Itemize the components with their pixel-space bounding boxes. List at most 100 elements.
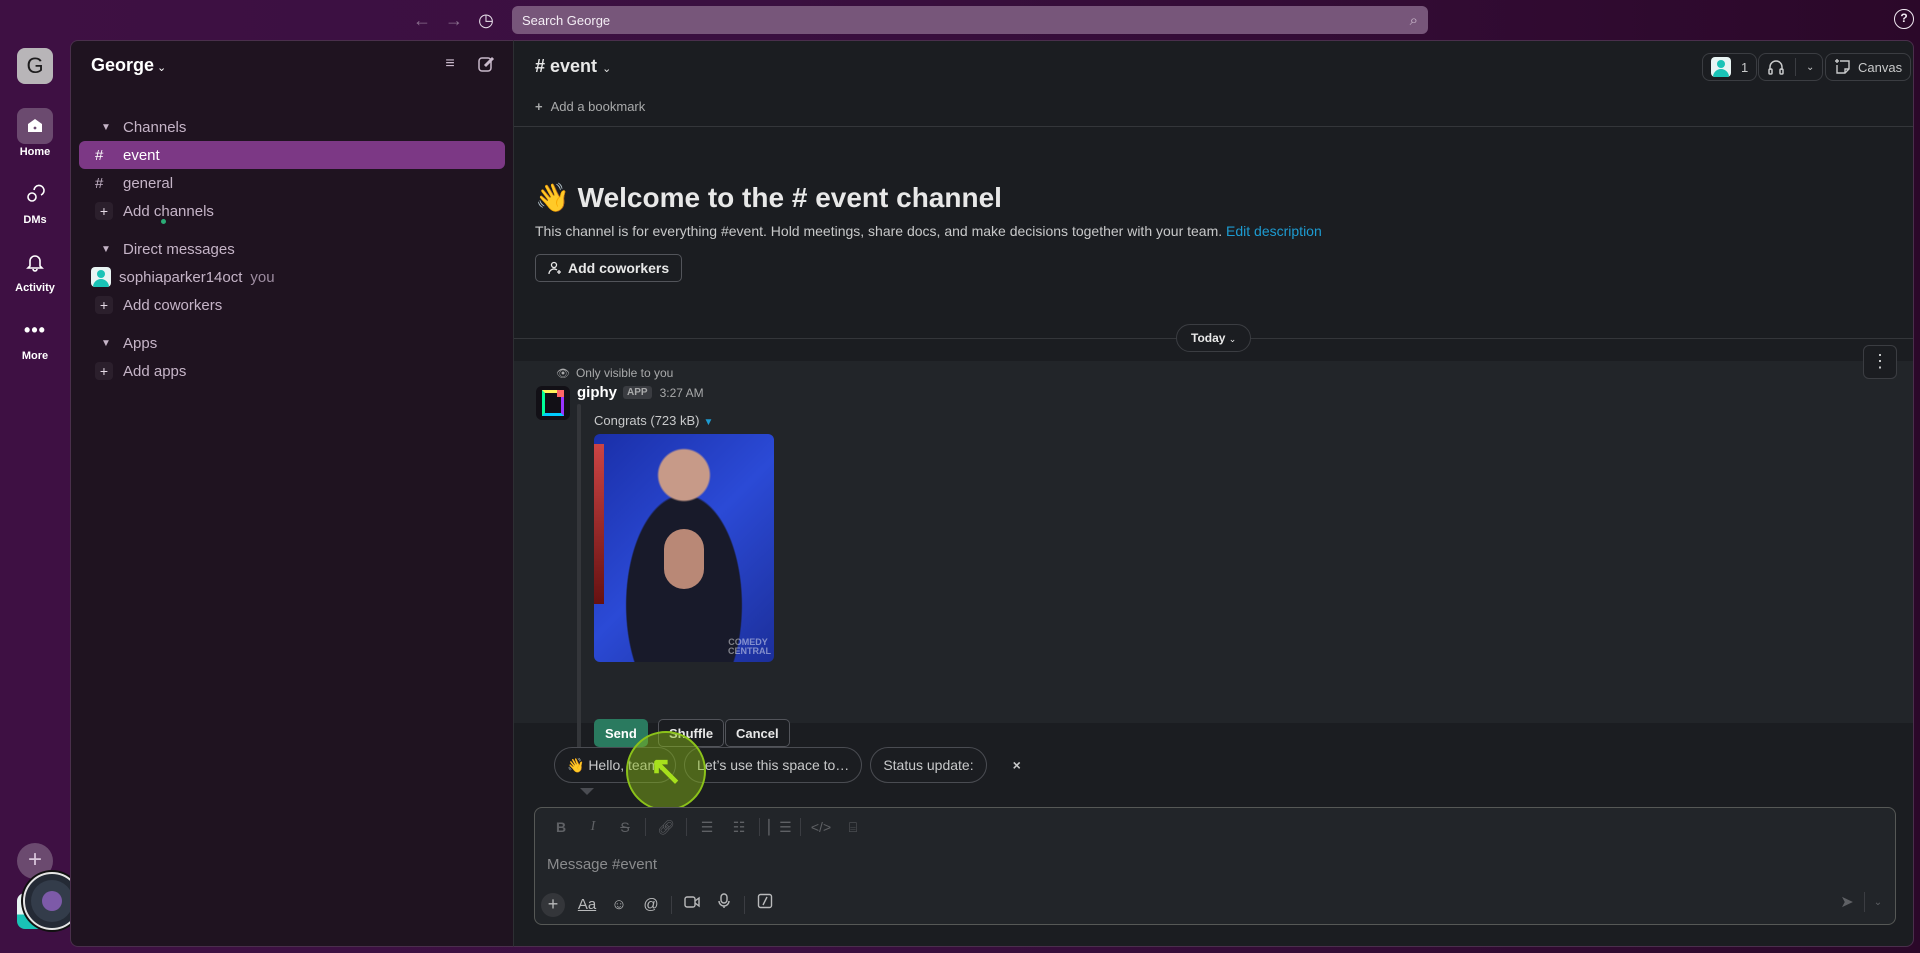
mention-button[interactable]: @: [635, 892, 667, 918]
history-button[interactable]: ◷: [474, 8, 498, 32]
schedule-send-dropdown[interactable]: ⌄: [1869, 897, 1887, 908]
dms-icon: [17, 176, 53, 212]
giphy-logo-icon: [542, 390, 564, 416]
hash-icon: #: [95, 146, 104, 164]
back-button[interactable]: ←: [410, 8, 434, 32]
suggestion-chip[interactable]: Status update:: [870, 747, 987, 783]
divider: [645, 818, 646, 836]
add-bookmark-button[interactable]: + Add a bookmark: [535, 99, 645, 114]
add-apps-button[interactable]: + Add apps: [79, 357, 505, 385]
search-input[interactable]: Search George ⌕: [512, 6, 1428, 34]
attach-button[interactable]: +: [541, 893, 565, 917]
add-coworkers-label: Add coworkers: [568, 260, 670, 276]
strikethrough-button[interactable]: S: [609, 819, 641, 835]
members-button[interactable]: 1: [1702, 53, 1758, 81]
plus-icon: +: [95, 202, 113, 220]
code-button[interactable]: </>: [805, 819, 837, 835]
message-timestamp[interactable]: 3:27 AM: [660, 386, 704, 400]
channels-section-header[interactable]: ▼ Channels: [79, 113, 505, 141]
suggestion-chip[interactable]: Let’s use this space to…: [684, 747, 863, 783]
workspace-rail: G Home DMs Activity ••• More +: [0, 40, 70, 953]
italic-button[interactable]: I: [577, 819, 609, 835]
ordered-list-button[interactable]: ☰: [691, 819, 723, 836]
channel-sidebar: George ⌄ ≡ ▼ Channels # event # general + Add…: [70, 40, 513, 947]
dm-user-name: sophiaparker14oct: [119, 268, 243, 286]
search-placeholder: Search George: [522, 12, 611, 28]
search-icon: ⌕: [1409, 11, 1418, 29]
description-text: This channel is for everything #event. H…: [535, 223, 1223, 239]
composer-actions: + Aa ☺ @: [541, 892, 781, 918]
rail-item-home[interactable]: Home: [0, 108, 70, 158]
rail-item-activity[interactable]: Activity: [0, 244, 70, 294]
gif-background-detail: [594, 444, 604, 604]
visibility-note: 👁 Only visible to you: [556, 366, 673, 380]
caret-down-icon[interactable]: ▼: [704, 417, 714, 428]
divider: [759, 818, 760, 836]
add-apps-label: Add apps: [123, 362, 187, 380]
help-icon: ?: [1900, 11, 1908, 25]
message-input[interactable]: [547, 852, 1877, 876]
add-coworkers-button[interactable]: Add coworkers: [535, 254, 683, 282]
video-clip-button[interactable]: [676, 892, 708, 918]
blockquote-button[interactable]: ▏☰: [764, 819, 796, 836]
shortcuts-button[interactable]: [749, 892, 781, 918]
rail-item-label: More: [21, 350, 49, 362]
link-button[interactable]: 🔗︎: [650, 819, 682, 836]
attachment-title[interactable]: Congrats (723 kB) ▼: [594, 413, 713, 428]
rail-item-dms[interactable]: DMs: [0, 176, 70, 226]
canvas-button[interactable]: Canvas: [1825, 53, 1912, 81]
emoji-button[interactable]: ☺: [603, 892, 635, 918]
audio-clip-button[interactable]: [708, 892, 740, 918]
code-block-icon: ⌸: [848, 818, 858, 835]
workspace-name[interactable]: George ⌄: [91, 55, 166, 76]
bell-icon: [17, 244, 53, 280]
gif-preview[interactable]: COMEDY CENTRAL: [594, 434, 774, 662]
blockquote-icon: ▏☰: [768, 818, 792, 835]
compose-button[interactable]: [475, 55, 497, 77]
plus-icon: +: [535, 99, 543, 114]
sidebar-item-event[interactable]: # event: [79, 141, 505, 169]
chevron-down-icon: ⌄: [1228, 334, 1237, 344]
send-controls: ➤ ⌄: [1834, 892, 1887, 912]
message-actions-button[interactable]: ⋮: [1863, 345, 1897, 379]
huddle-button[interactable]: ⌄: [1758, 53, 1824, 81]
add-channels-button[interactable]: + Add channels: [79, 197, 505, 225]
rail-item-more[interactable]: ••• More: [0, 312, 70, 363]
caret-down-icon: ▼: [101, 121, 111, 133]
dms-section-header[interactable]: ▼ Direct messages: [79, 235, 505, 263]
message-author[interactable]: giphy: [577, 384, 617, 401]
sidebar-item-general[interactable]: # general: [79, 169, 505, 197]
chevron-down-icon[interactable]: ⌄: [1806, 62, 1814, 73]
formatting-toggle-button[interactable]: Aa: [571, 892, 603, 918]
caret-down-icon: ▼: [101, 243, 111, 255]
channel-title[interactable]: # event ⌄: [535, 56, 611, 77]
headphones-icon: [1768, 60, 1784, 75]
cancel-button[interactable]: Cancel: [725, 719, 790, 747]
more-vertical-icon: ⋮: [1871, 351, 1889, 371]
rail-item-label: Home: [19, 146, 51, 158]
rail-item-label: Activity: [15, 282, 55, 294]
code-block-button[interactable]: ⌸: [837, 819, 869, 836]
send-message-button[interactable]: ➤: [1834, 892, 1860, 912]
cursor-highlight: ↖: [626, 731, 706, 811]
section-label: Direct messages: [123, 240, 235, 258]
sidebar-item-dm-user[interactable]: sophiaparker14oct you: [79, 263, 505, 291]
help-button[interactable]: ?: [1894, 9, 1914, 29]
edit-description-link[interactable]: Edit description: [1226, 223, 1322, 239]
dms-section: ▼ Direct messages sophiaparker14oct you +…: [71, 235, 513, 319]
add-coworkers-sidebar-button[interactable]: + Add coworkers: [79, 291, 505, 319]
date-divider-button[interactable]: Today ⌄: [1176, 324, 1252, 352]
filter-button[interactable]: ≡: [439, 55, 461, 77]
apps-section-header[interactable]: ▼ Apps: [79, 329, 505, 357]
link-icon: 🔗︎: [657, 818, 675, 835]
giphy-avatar[interactable]: [536, 386, 570, 420]
rail-item-label: DMs: [23, 214, 47, 226]
bullet-list-button[interactable]: ☷: [723, 819, 755, 836]
forward-button[interactable]: →: [442, 8, 466, 32]
at-icon: @: [643, 896, 659, 913]
workspace-icon[interactable]: G: [17, 48, 53, 84]
bold-button[interactable]: B: [545, 819, 577, 835]
close-icon[interactable]: ×: [1013, 757, 1021, 773]
attachment-bar: [577, 404, 581, 752]
message-header: giphy APP 3:27 AM: [577, 384, 704, 401]
